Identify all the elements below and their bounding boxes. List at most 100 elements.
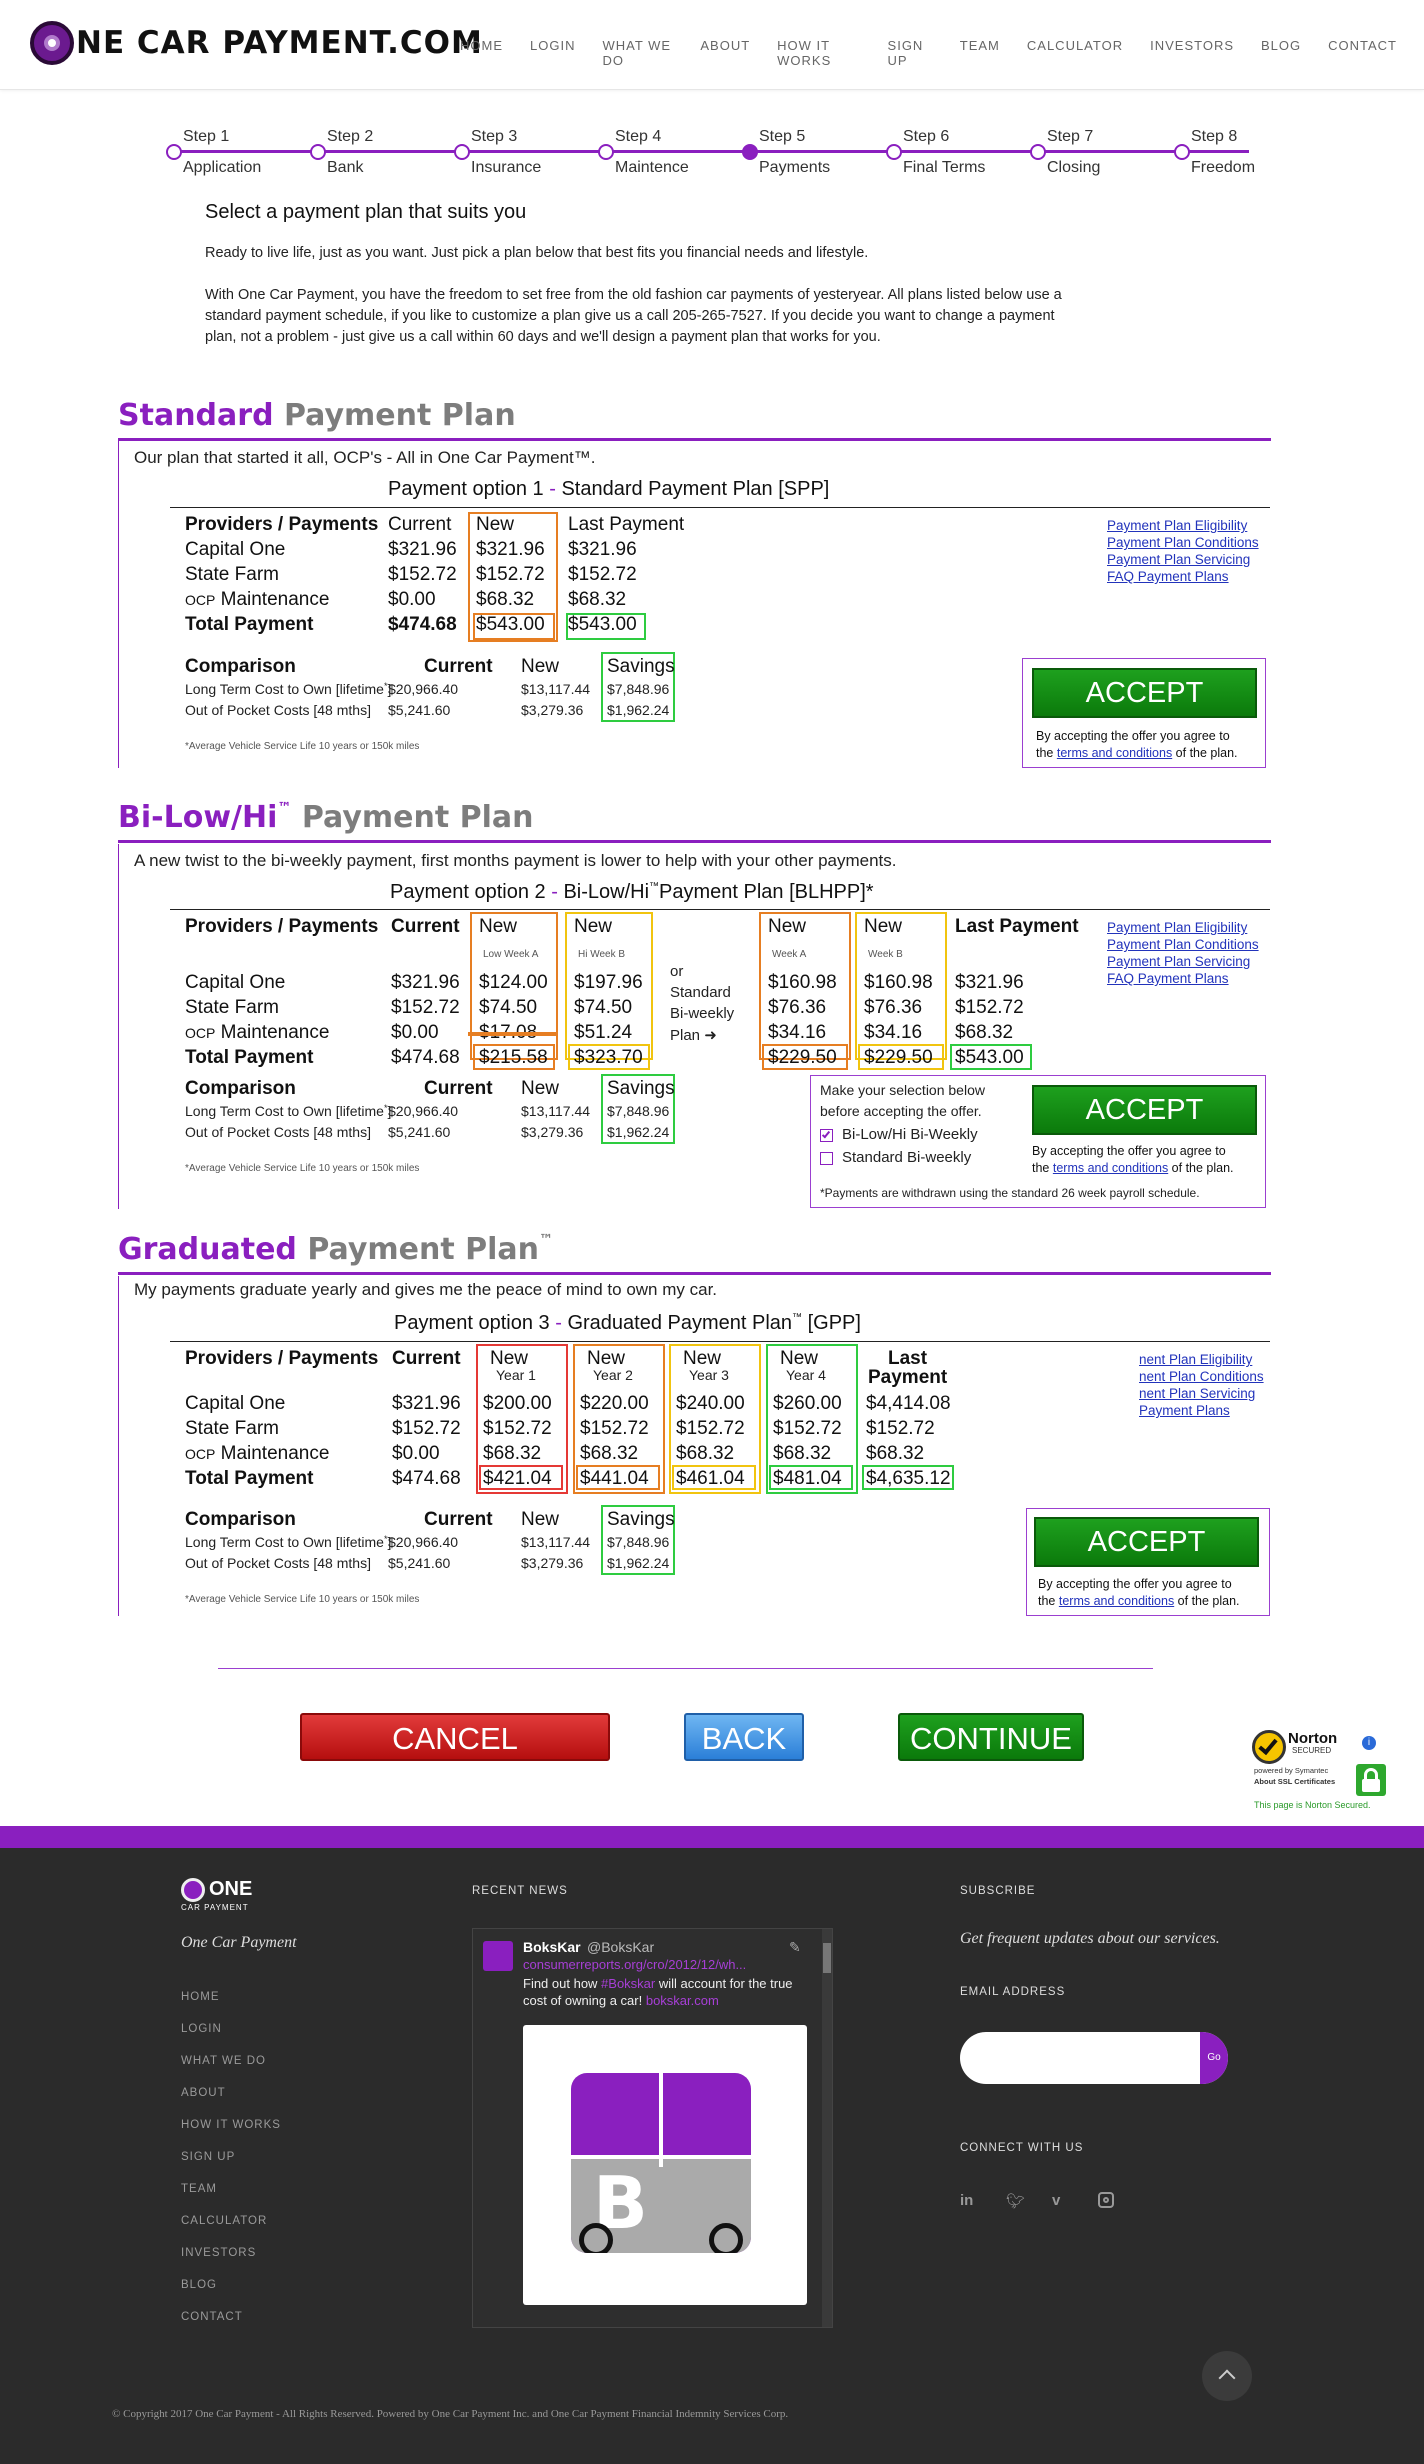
plan-link[interactable]: Payment Plan Conditions: [1107, 936, 1259, 953]
title-accent: Graduated: [118, 1232, 297, 1267]
twitter-widget[interactable]: BoksKar @BoksKar ✎ consumerreports.org/c…: [472, 1928, 833, 2328]
row-label: State Farm: [185, 1418, 279, 1439]
nav-login[interactable]: LOGIN: [530, 38, 575, 68]
footer-nav-calculator[interactable]: CALCULATOR: [181, 2215, 267, 2227]
plan-link[interactable]: nent Plan Servicing: [1139, 1385, 1264, 1402]
row-total-payment: Total Payment: [185, 614, 314, 635]
plan-border: [118, 1276, 119, 1616]
bilow-plan-title: Bi-Low/Hi™ Payment Plan: [118, 800, 534, 835]
twitter-bird-icon[interactable]: ✎: [789, 1939, 801, 1956]
plan-link[interactable]: Payment Plan Servicing: [1107, 551, 1259, 568]
comparison-row-lifetime: Long Term Cost to Own [lifetime*]: [185, 1103, 391, 1119]
tweet-name[interactable]: BoksKar: [523, 1939, 581, 1955]
cmp-savings-value: $7,848.96: [607, 1103, 670, 1119]
accept-offer-button[interactable]: ACCEPT OFFER: [1032, 668, 1257, 755]
nav-investors[interactable]: INVESTORS: [1150, 38, 1234, 68]
new-header: New: [476, 514, 515, 535]
grad-year4-year: Year 4: [786, 1367, 826, 1383]
tweet-link[interactable]: consumerreports.org/cro/2012/12/wh...: [523, 1957, 746, 1972]
norton-about[interactable]: About SSL Certificates: [1254, 1777, 1335, 1786]
nav-team[interactable]: TEAM: [960, 38, 1000, 68]
plan-link[interactable]: Payment Plan Conditions: [1107, 534, 1259, 551]
or-text: Standard: [670, 984, 731, 1001]
last-header: Last Payment: [955, 916, 1079, 937]
plan-link[interactable]: Payment Plan Eligibility: [1107, 919, 1259, 936]
bilow-week-a-total-box: [762, 1044, 848, 1070]
twitter-icon[interactable]: 🐦︎: [1006, 2192, 1025, 2210]
vimeo-icon[interactable]: v: [1052, 2192, 1060, 2209]
plan-link[interactable]: Payment Plan Eligibility: [1107, 517, 1259, 534]
footer-nav-team[interactable]: TEAM: [181, 2183, 217, 2195]
comparison-new-header: New: [521, 656, 560, 677]
footer-nav-what-we-do[interactable]: WHAT WE DO: [181, 2055, 266, 2067]
bilow-week-b-value: $160.98: [864, 972, 933, 993]
instagram-icon[interactable]: [1098, 2192, 1114, 2208]
continue-button[interactable]: CONTINUE: [898, 1713, 1084, 1761]
grad-year2-total-box: [576, 1465, 660, 1490]
accept-terms-note: By accepting the offer you agree to the t…: [1038, 1576, 1240, 1610]
bilow-hi-value: $197.96: [574, 972, 643, 993]
tweet-handle[interactable]: @BoksKar: [587, 1939, 654, 1955]
footer-nav-blog[interactable]: BLOG: [181, 2279, 217, 2291]
terms-link[interactable]: terms and conditions: [1059, 1594, 1174, 1608]
footer-nav-investors[interactable]: INVESTORS: [181, 2247, 256, 2259]
site-logo[interactable]: NE CAR PAYMENT.COM: [30, 18, 483, 68]
comparison-new-header: New: [521, 1509, 560, 1530]
standard-biweekly-checkbox[interactable]: [820, 1152, 833, 1165]
plan-link[interactable]: Payment Plans: [1139, 1402, 1264, 1419]
trademark: ™: [539, 1232, 554, 1248]
nav-contact[interactable]: CONTACT: [1328, 38, 1397, 68]
cmp-current-value: $20,966.40: [388, 1534, 459, 1550]
plan-link[interactable]: nent Plan Conditions: [1139, 1368, 1264, 1385]
footer-nav-home[interactable]: HOME: [181, 1991, 220, 2003]
connect-heading: CONNECT WITH US: [960, 2142, 1084, 2154]
option-part: -: [545, 881, 564, 903]
grad-year2-value: $152.72: [580, 1418, 649, 1439]
tweet-image[interactable]: B: [523, 2025, 807, 2305]
footer-nav-sign-up[interactable]: SIGN UP: [181, 2151, 235, 2163]
accept-offer-button[interactable]: ACCEPT OFFER: [1034, 1517, 1259, 1604]
footnote: *Average Vehicle Service Life 10 years o…: [185, 741, 420, 752]
terms-link[interactable]: terms and conditions: [1057, 746, 1172, 760]
plan-link[interactable]: Payment Plan Servicing: [1107, 953, 1259, 970]
note-text: the: [1036, 746, 1057, 760]
info-icon[interactable]: i: [1362, 1736, 1376, 1750]
terms-link[interactable]: terms and conditions: [1053, 1161, 1168, 1175]
scrollbar[interactable]: [822, 1929, 832, 2327]
step-label: Payments: [759, 159, 831, 176]
plan-link[interactable]: FAQ Payment Plans: [1107, 970, 1259, 987]
current-value: $321.96: [388, 539, 457, 560]
note-text: of the plan.: [1168, 1161, 1234, 1175]
nav-blog[interactable]: BLOG: [1261, 38, 1301, 68]
standard-new-value: $68.32: [476, 589, 535, 610]
cancel-application-button[interactable]: CANCEL APPLICATION: [300, 1713, 610, 1804]
bi-low-hi-checkbox[interactable]: [820, 1129, 833, 1142]
linkedin-icon[interactable]: in: [960, 2192, 973, 2209]
footer-nav-login[interactable]: LOGIN: [181, 2023, 222, 2035]
step-circle-icon: [454, 144, 470, 160]
email-input[interactable]: [960, 2032, 1228, 2084]
footer-nav-how-it-works[interactable]: HOW IT WORKS: [181, 2119, 281, 2131]
norton-seal[interactable]: Norton SECURED i powered by Symantec Abo…: [1252, 1726, 1392, 1816]
footer-nav-about[interactable]: ABOUT: [181, 2087, 226, 2099]
plan-link[interactable]: nent Plan Eligibility: [1139, 1351, 1264, 1368]
footer-nav-contact[interactable]: CONTACT: [181, 2311, 243, 2323]
nav-about[interactable]: ABOUT: [700, 38, 750, 68]
nav-how-it-works[interactable]: HOW IT WORKS: [777, 38, 860, 68]
or-text: Bi-weekly: [670, 1005, 735, 1022]
nav-home[interactable]: HOME: [460, 38, 503, 68]
footer-logo-sub: CAR PAYMENT: [181, 1903, 249, 1912]
current-value: $474.68: [391, 1047, 460, 1068]
plan-links: Payment Plan Eligibility Payment Plan Con…: [1107, 919, 1259, 987]
row-label: Capital One: [185, 972, 286, 993]
nav-calculator[interactable]: CALCULATOR: [1027, 38, 1123, 68]
comparison-heading: Comparison: [185, 1509, 296, 1530]
accept-offer-button[interactable]: ACCEPT OFFER: [1032, 1085, 1257, 1172]
scroll-top-button[interactable]: [1202, 2351, 1252, 2401]
nav-sign-up[interactable]: SIGN UP: [888, 38, 933, 68]
go-button[interactable]: Go: [1200, 2032, 1228, 2084]
back-button[interactable]: BACK: [684, 1713, 804, 1761]
total-last-box: [862, 1465, 954, 1490]
nav-what-we-do[interactable]: WHAT WE DO: [602, 38, 673, 68]
plan-link[interactable]: FAQ Payment Plans: [1107, 568, 1259, 585]
